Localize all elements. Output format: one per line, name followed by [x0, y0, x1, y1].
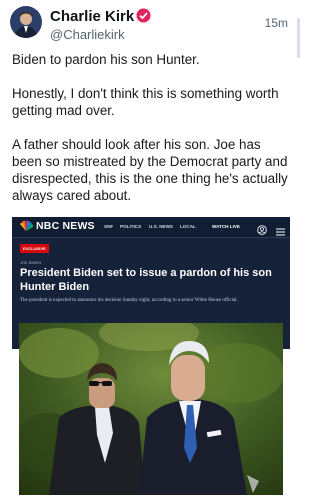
nav-item[interactable]: SNF — [104, 224, 113, 229]
menu-icon[interactable] — [276, 223, 285, 241]
verified-badge-icon — [136, 8, 151, 23]
user-icon[interactable] — [257, 222, 267, 240]
tweet-paragraph: Biden to pardon his son Hunter. — [12, 52, 200, 67]
article-kicker[interactable]: JOE BIDEN — [20, 260, 41, 265]
article-headline[interactable]: President Biden set to issue a pardon of… — [20, 267, 280, 294]
exclusive-badge: EXCLUSIVE — [20, 244, 49, 253]
timestamp[interactable]: 15m — [265, 16, 288, 30]
tweet-header: Charlie Kirk @Charliekirk 15m — [10, 6, 292, 42]
nav-item[interactable]: POLITICS — [120, 224, 141, 229]
nav-item[interactable]: LOCAL — [180, 224, 196, 229]
watch-live-link[interactable]: WATCH LIVE — [212, 224, 240, 229]
nav-item[interactable]: U.S. NEWS — [149, 224, 173, 229]
tweet-paragraph: Honestly, I don't think this is somethin… — [12, 86, 279, 118]
avatar[interactable] — [10, 6, 42, 38]
author-name[interactable]: Charlie Kirk — [50, 8, 134, 25]
author-handle[interactable]: @Charliekirk — [50, 27, 125, 42]
tweet-text: Biden to pardon his son Hunter. Honestly… — [12, 51, 292, 221]
nbc-logo-text: NBC NEWS — [36, 220, 95, 232]
article-dek: The president is expected to announce hi… — [20, 298, 238, 303]
article-photo[interactable] — [19, 323, 283, 495]
nbc-peacock-icon — [18, 220, 34, 238]
tweet-paragraph: A father should look after his son. Joe … — [12, 137, 288, 203]
nbc-navbar: NBC NEWS SNF POLITICS U.S. NEWS LOCAL WA… — [12, 217, 290, 238]
scrollbar[interactable] — [297, 18, 300, 58]
